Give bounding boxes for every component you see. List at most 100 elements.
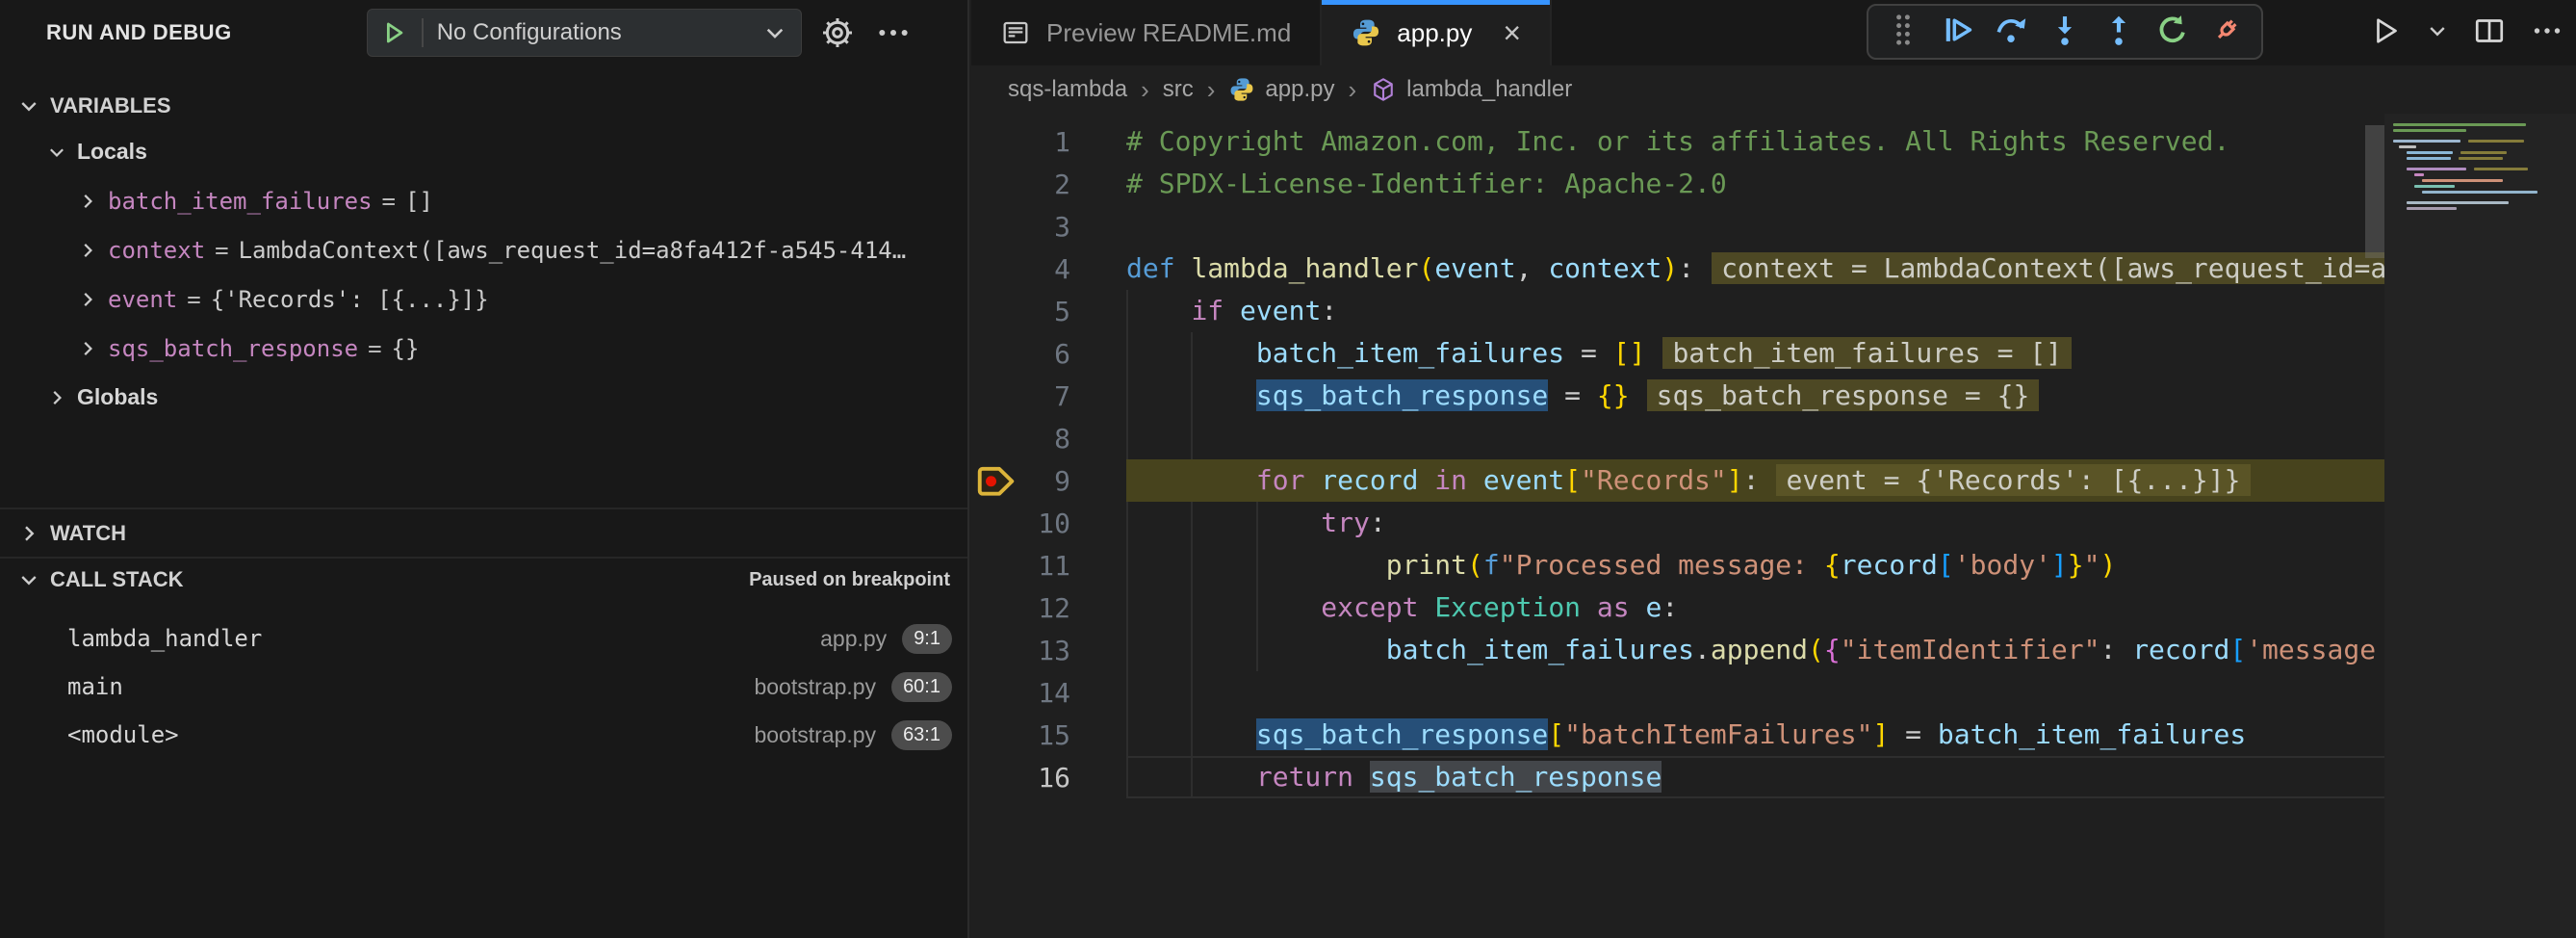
callstack-frame-lambda_handler[interactable]: lambda_handlerapp.py9:1 <box>0 614 967 663</box>
breadcrumb-item-sqs-lambda[interactable]: sqs-lambda <box>1008 76 1127 103</box>
gutter-line-7[interactable]: 7 <box>971 375 1126 417</box>
breadcrumb-item-app-py[interactable]: app.py <box>1228 76 1334 103</box>
run-python-file-button[interactable] <box>2368 13 2403 53</box>
gutter-line-1[interactable]: 1 <box>971 120 1126 163</box>
minimap-line <box>2414 173 2424 176</box>
code-line[interactable] <box>1126 205 2384 248</box>
code-line[interactable]: if event: <box>1126 290 2384 332</box>
continue-button[interactable] <box>1938 13 1976 51</box>
code-line[interactable]: return sqs_batch_response <box>1126 756 2384 798</box>
gear-icon[interactable] <box>817 13 858 53</box>
debug-config-label: No Configurations <box>437 19 622 46</box>
disconnect-button[interactable] <box>2207 13 2246 51</box>
code-token: : <box>1743 464 1760 496</box>
breakpoint-paused-icon[interactable] <box>977 464 1018 497</box>
callstack-frame-main[interactable]: mainbootstrap.py60:1 <box>0 663 967 711</box>
code-line[interactable] <box>1126 671 2384 714</box>
gutter-line-15[interactable]: 15 <box>971 714 1126 756</box>
code-line[interactable] <box>1126 417 2384 459</box>
code-editor[interactable]: 1# Copyright Amazon.com, Inc. or its aff… <box>971 114 2576 938</box>
frame-file: bootstrap.py <box>754 674 876 700</box>
code-token: : <box>2099 634 2132 665</box>
more-icon[interactable] <box>873 13 914 53</box>
breadcrumb-item-lambda_handler[interactable]: lambda_handler <box>1370 76 1572 103</box>
gutter-line-6[interactable]: 6 <box>971 332 1126 375</box>
breadcrumb-separator: › <box>1207 75 1216 105</box>
line-number: 15 <box>1038 719 1070 751</box>
variable-name: event <box>108 286 177 313</box>
variable-row-batch_item_failures[interactable]: batch_item_failures=[] <box>0 176 967 225</box>
variables-section-header[interactable]: VARIABLES <box>0 85 967 127</box>
code-line[interactable]: for record in event["Records"]:event = {… <box>1126 459 2384 502</box>
call-stack-section-header[interactable]: CALL STACK Paused on breakpoint <box>0 559 967 601</box>
code-line[interactable]: sqs_batch_response = {}sqs_batch_respons… <box>1126 375 2384 417</box>
gutter-line-9[interactable]: 9 <box>971 459 1126 502</box>
code-token: batch_item_failures <box>1256 337 1564 369</box>
minimap-line <box>2407 168 2466 170</box>
tab-app-py[interactable]: app.py× <box>1322 0 1552 65</box>
code-token: = <box>1564 337 1613 369</box>
gutter-line-5[interactable]: 5 <box>971 290 1126 332</box>
gutter-line-13[interactable]: 13 <box>971 629 1126 671</box>
gutter-line-14[interactable]: 14 <box>971 671 1126 714</box>
variable-row-event[interactable]: event={'Records': [{...}]} <box>0 274 967 324</box>
variable-value: {'Records': [{...}]} <box>211 286 489 313</box>
code-line[interactable]: batch_item_failures = []batch_item_failu… <box>1126 332 2384 375</box>
step-over-button[interactable] <box>1992 13 2030 51</box>
code-token: record <box>1841 549 1938 581</box>
locals-group[interactable]: Locals <box>0 127 967 176</box>
code-token: " <box>2084 549 2100 581</box>
code-line[interactable]: def lambda_handler(event, context):conte… <box>1126 248 2384 290</box>
code-line[interactable]: print(f"Processed message: {record['body… <box>1126 544 2384 586</box>
debug-disconnect-icon <box>2208 12 2245 53</box>
more-actions-button[interactable] <box>2530 13 2564 53</box>
gutter-line-16[interactable]: 16 <box>971 756 1126 798</box>
python-icon <box>1351 17 1381 48</box>
split-editor-button[interactable] <box>2472 13 2507 53</box>
minimap-annotation <box>2468 140 2524 143</box>
gutter-line-8[interactable]: 8 <box>971 417 1126 459</box>
minimap-line <box>2407 157 2451 160</box>
play-icon[interactable] <box>379 18 408 47</box>
line-number: 16 <box>1038 762 1070 794</box>
globals-group[interactable]: Globals <box>0 373 967 422</box>
code-token: record <box>2132 634 2229 665</box>
code-line[interactable]: sqs_batch_response["batchItemFailures"] … <box>1126 714 2384 756</box>
split-editor-icon <box>2472 13 2507 53</box>
gutter-line-12[interactable]: 12 <box>971 586 1126 629</box>
step-out-button[interactable] <box>2099 13 2138 51</box>
code-token: event <box>1483 464 1564 496</box>
gutter-line-2[interactable]: 2 <box>971 163 1126 205</box>
debug-config-dropdown[interactable]: No Configurations <box>367 9 802 57</box>
code-line[interactable]: # SPDX-License-Identifier: Apache-2.0 <box>1126 163 2384 205</box>
debug-toolbar <box>1867 4 2263 60</box>
code-token: except <box>1321 591 1434 623</box>
chevron-down-icon <box>46 142 67 163</box>
variable-row-context[interactable]: context=LambdaContext([aws_request_id=a8… <box>0 225 967 274</box>
minimap[interactable] <box>2389 123 2576 220</box>
callstack-frame-module[interactable]: <module>bootstrap.py63:1 <box>0 711 967 759</box>
code-token <box>1126 295 1191 326</box>
code-line[interactable]: try: <box>1126 502 2384 544</box>
run-dropdown-button[interactable] <box>2426 19 2449 47</box>
gutter-line-10[interactable]: 10 <box>971 502 1126 544</box>
drag-handle-button[interactable] <box>1884 13 1922 51</box>
line-number: 7 <box>1054 380 1070 412</box>
watch-section-header[interactable]: WATCH <box>0 509 967 557</box>
gutter-line-3[interactable]: 3 <box>971 205 1126 248</box>
scrollbar[interactable] <box>2365 125 2384 258</box>
debug-continue-icon <box>1939 12 1975 53</box>
gutter-line-4[interactable]: 4 <box>971 248 1126 290</box>
code-line[interactable]: # Copyright Amazon.com, Inc. or its affi… <box>1126 120 2384 163</box>
code-line[interactable]: except Exception as e: <box>1126 586 2384 629</box>
variable-row-sqs_batch_response[interactable]: sqs_batch_response={} <box>0 324 967 373</box>
code-token: ( <box>1808 634 1824 665</box>
step-into-button[interactable] <box>2046 13 2084 51</box>
restart-button[interactable] <box>2153 13 2192 51</box>
breadcrumb-item-src[interactable]: src <box>1163 76 1194 103</box>
code-line[interactable]: batch_item_failures.append({"itemIdentif… <box>1126 629 2384 671</box>
gutter-line-11[interactable]: 11 <box>971 544 1126 586</box>
tab-preview-readme-md[interactable]: Preview README.md <box>971 0 1322 65</box>
code-token: = <box>1548 379 1597 411</box>
close-icon[interactable]: × <box>1503 17 1521 48</box>
